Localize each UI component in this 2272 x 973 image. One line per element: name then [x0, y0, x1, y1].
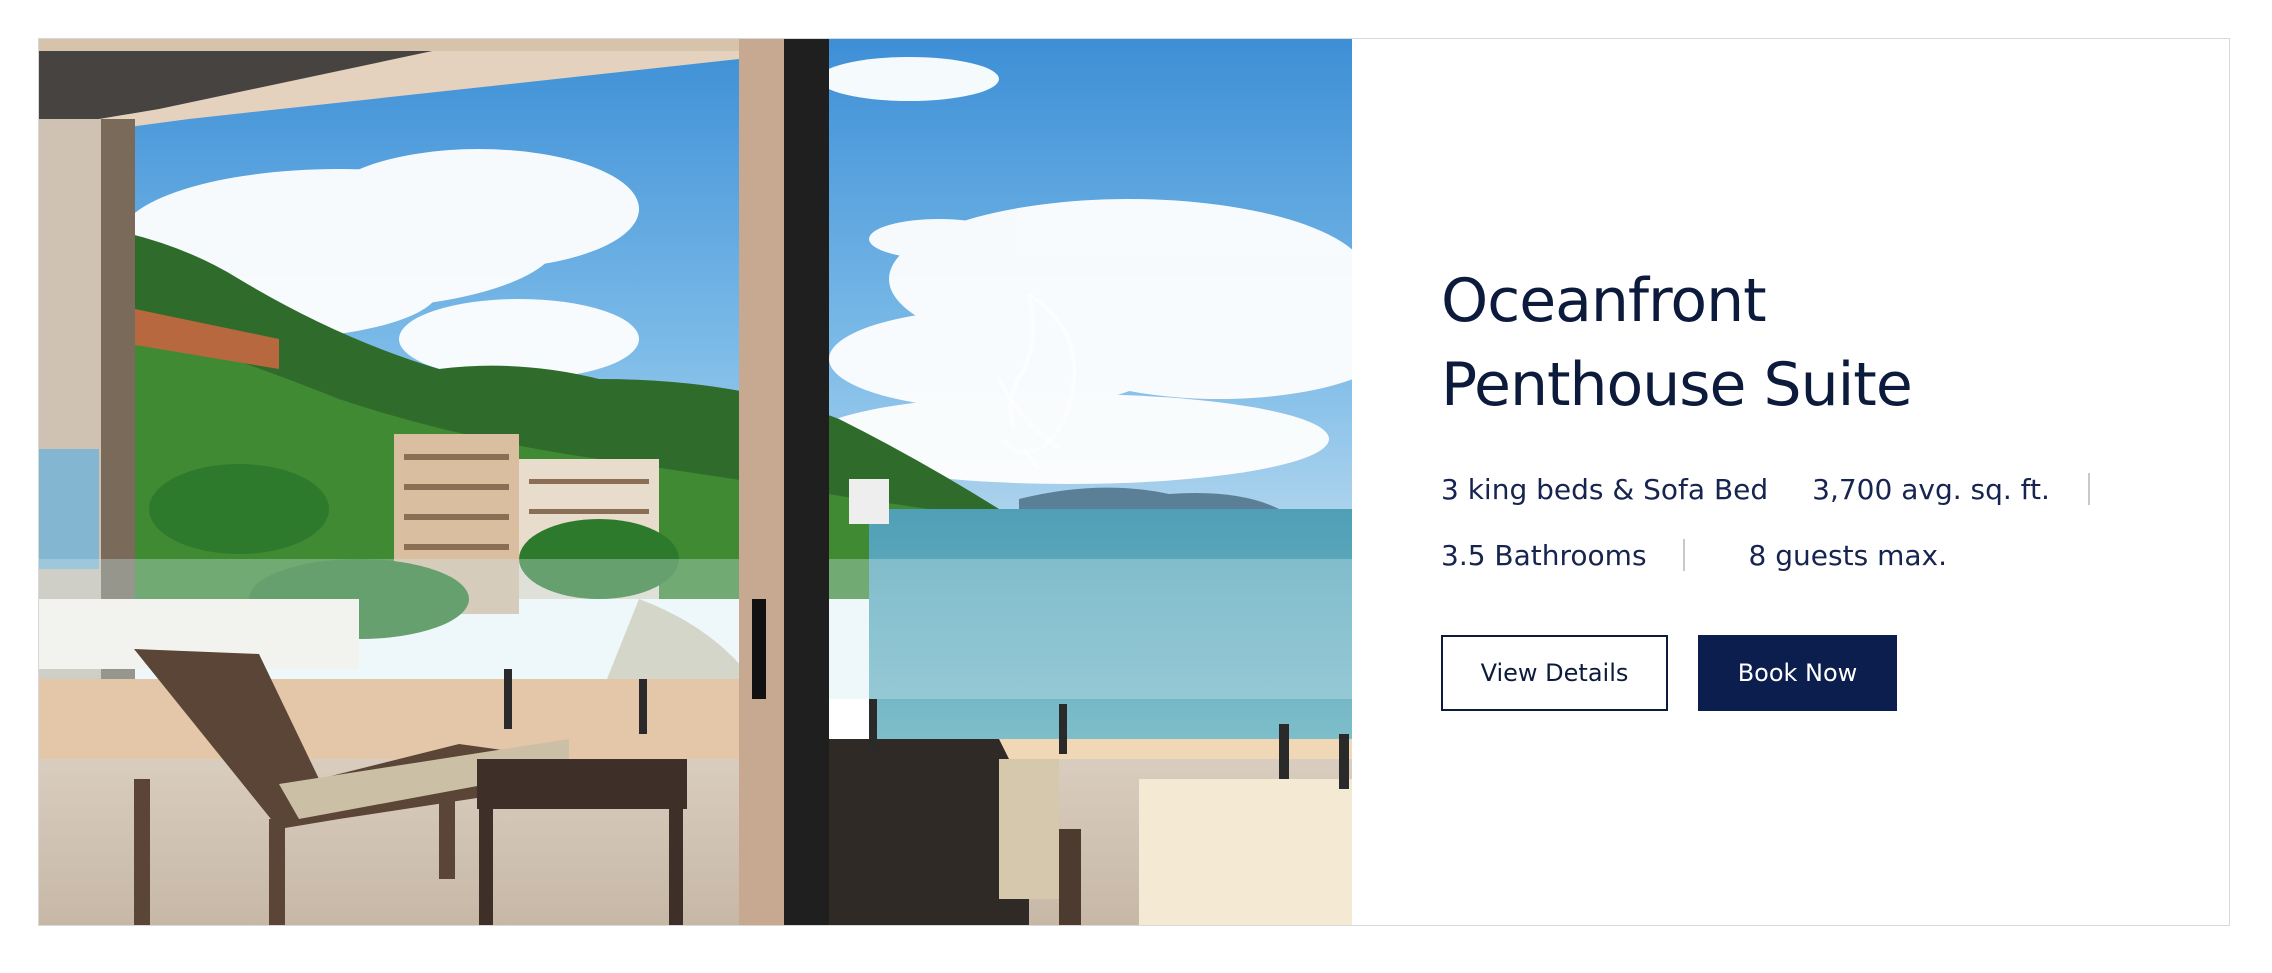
- suite-features: 3 king beds & Sofa Bed 3,700 avg. sq. ft…: [1441, 469, 2141, 575]
- suite-photo: [39, 39, 1352, 925]
- suite-title: Oceanfront Penthouse Suite: [1441, 259, 2141, 427]
- bathrooms-feature: 3.5 Bathrooms: [1441, 538, 1647, 572]
- suite-card: Oceanfront Penthouse Suite 3 king beds &…: [38, 38, 2230, 926]
- feature-divider: [2087, 473, 2090, 505]
- suite-actions: View Details Book Now: [1441, 635, 1897, 711]
- book-now-button[interactable]: Book Now: [1698, 635, 1897, 711]
- size-feature: 3,700 avg. sq. ft.: [1812, 472, 2050, 506]
- guests-feature: 8 guests max.: [1748, 538, 1947, 572]
- suite-title-line1: Oceanfront: [1441, 266, 1767, 336]
- view-details-button[interactable]: View Details: [1441, 635, 1668, 711]
- feature-divider: [1682, 539, 1685, 571]
- features-row: 3 king beds & Sofa Bed 3,700 avg. sq. ft…: [1441, 469, 2141, 509]
- features-row: 3.5 Bathrooms 8 guests max.: [1441, 535, 2141, 575]
- suite-info-panel: Oceanfront Penthouse Suite 3 king beds &…: [1352, 39, 2229, 925]
- beds-feature: 3 king beds & Sofa Bed: [1441, 472, 1769, 506]
- suite-title-line2: Penthouse Suite: [1441, 350, 1913, 420]
